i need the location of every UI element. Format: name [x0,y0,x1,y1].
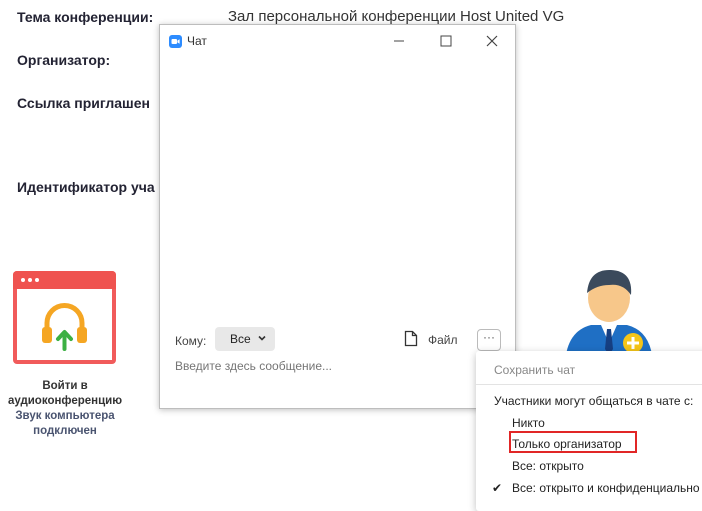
audio-status-label: Звук компьютера [15,410,115,422]
dot-icon [21,278,25,282]
checkmark-icon: ✔ [492,481,503,495]
file-icon [404,330,418,347]
recipient-select[interactable]: Все [215,327,275,351]
option-everyone-public-private[interactable]: Все: открыто и конфиденциально [512,481,702,495]
message-input[interactable] [175,359,495,373]
save-chat-item[interactable]: Сохранить чат [494,363,702,377]
tile-body [17,289,112,360]
option-host-only[interactable]: Только организатор [512,437,702,451]
zoom-logo-icon [169,35,182,48]
close-icon[interactable] [482,31,502,51]
more-options-button[interactable]: ··· [477,329,501,351]
join-audio-label: Войти в [42,380,88,392]
chat-title: Чат [187,34,207,48]
file-label: Файл [428,333,458,347]
option-everyone-public[interactable]: Все: открыто [512,459,702,473]
maximize-icon[interactable] [436,31,456,51]
recipient-value: Все [230,332,251,346]
option-nobody[interactable]: Никто [512,416,702,430]
meeting-id-label: Идентификатор уча [17,179,155,195]
participant-avatar-icon [565,269,653,363]
join-audio-label-2: аудиоконференцию [7,395,123,407]
headphones-upload-icon [42,303,87,351]
minimize-icon[interactable] [389,31,409,51]
invite-link-label: Ссылка приглашен [17,95,150,111]
topic-value: Зал персональной конференции Host United… [228,8,565,25]
dot-icon [28,278,32,282]
audio-status-label-2: подключен [33,425,97,437]
chat-options-menu: Сохранить чат Участники могут общаться в… [476,351,702,511]
chat-toolbar: Кому: Все Файл ··· [160,325,515,355]
chat-window: Чат Кому: Все Файл ··· [159,24,516,409]
chat-titlebar[interactable]: Чат [160,25,515,57]
topic-label: Тема конференции: [17,9,154,25]
chat-permissions-title: Участники могут общаться в чате с: [494,394,694,408]
join-audio-button[interactable] [13,271,116,364]
to-label: Кому: [175,334,207,348]
dot-icon [35,278,39,282]
menu-divider [476,384,702,385]
host-label: Организатор: [17,52,111,68]
chevron-down-icon [258,335,266,341]
